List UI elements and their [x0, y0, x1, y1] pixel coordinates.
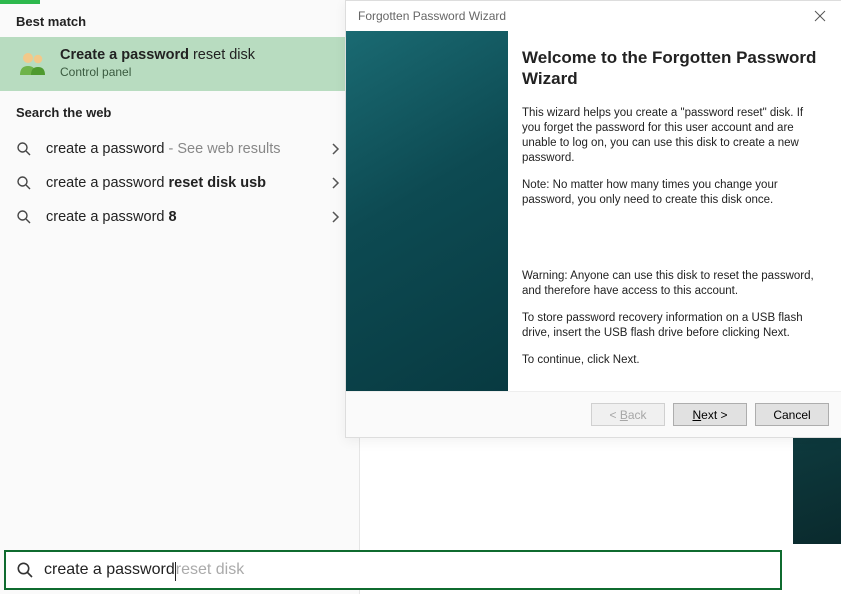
best-match-text: Create a password reset disk Control pan… — [60, 47, 255, 79]
next-button-rest: ext > — [701, 408, 727, 422]
wizard-para-3: Warning: Anyone can use this disk to res… — [522, 269, 821, 299]
desktop-wallpaper-peek — [793, 436, 841, 544]
wizard-sidebar-image — [346, 31, 508, 391]
back-button-accel: B — [620, 408, 628, 422]
web-result-label: create a password reset disk usb — [46, 175, 321, 191]
web-result-bold: 8 — [169, 209, 177, 225]
wizard-para-1: This wizard helps you create a "password… — [522, 106, 821, 167]
web-result-prefix: create a password — [46, 175, 169, 191]
chevron-right-icon[interactable] — [329, 210, 343, 224]
start-search-panel: Best match Create a password reset disk … — [0, 0, 360, 594]
best-match-title-bold: Create a password — [60, 47, 189, 63]
web-result-label: create a password - See web results — [46, 141, 321, 157]
wizard-para-5: To continue, click Next. — [522, 353, 821, 368]
wizard-titlebar[interactable]: Forgotten Password Wizard — [346, 1, 841, 31]
close-icon — [814, 10, 826, 22]
chevron-right-icon[interactable] — [329, 176, 343, 190]
search-icon — [16, 175, 32, 191]
search-icon — [16, 209, 32, 225]
back-button-prefix: < — [609, 408, 619, 422]
web-result-item[interactable]: create a password reset disk usb — [0, 166, 359, 200]
forgotten-password-wizard-window: Forgotten Password Wizard Welcome to the… — [345, 0, 841, 438]
chevron-right-icon[interactable] — [329, 142, 343, 156]
web-result-item[interactable]: create a password - See web results — [0, 132, 359, 166]
wizard-content: Welcome to the Forgotten Password Wizard… — [508, 31, 841, 391]
wizard-heading: Welcome to the Forgotten Password Wizard — [522, 47, 821, 90]
back-button: < Back — [591, 403, 665, 426]
web-results-list: create a password - See web results crea… — [0, 128, 359, 234]
best-match-result[interactable]: Create a password reset disk Control pan… — [0, 37, 359, 91]
search-icon — [16, 561, 34, 579]
search-autocomplete-ghost: reset disk — [176, 561, 244, 579]
wizard-title: Forgotten Password Wizard — [358, 9, 506, 23]
best-match-title: Create a password reset disk — [60, 47, 255, 63]
best-match-subtitle: Control panel — [60, 65, 255, 79]
wizard-button-row: < Back Next > Cancel — [346, 391, 841, 437]
taskbar-search-input[interactable]: create a password reset disk — [4, 550, 782, 590]
web-result-suffix: - See web results — [164, 141, 280, 157]
web-result-label: create a password 8 — [46, 209, 321, 225]
wizard-body: Welcome to the Forgotten Password Wizard… — [346, 31, 841, 391]
next-button-accel: N — [692, 408, 701, 422]
web-result-prefix: create a password — [46, 141, 164, 157]
web-result-bold: reset disk usb — [169, 175, 267, 191]
search-web-header: Search the web — [0, 91, 359, 128]
users-icon — [16, 47, 48, 79]
web-result-item[interactable]: create a password 8 — [0, 200, 359, 234]
cancel-button[interactable]: Cancel — [755, 403, 829, 426]
accent-bar — [0, 0, 40, 4]
close-button[interactable] — [805, 5, 835, 27]
web-result-prefix: create a password — [46, 209, 169, 225]
best-match-header: Best match — [0, 0, 359, 37]
best-match-title-rest: reset disk — [189, 47, 255, 63]
next-button[interactable]: Next > — [673, 403, 747, 426]
search-typed-text: create a password — [44, 561, 175, 579]
wizard-para-2: Note: No matter how many times you chang… — [522, 178, 821, 208]
search-icon — [16, 141, 32, 157]
wizard-para-4: To store password recovery information o… — [522, 311, 821, 341]
back-button-rest: ack — [628, 408, 647, 422]
